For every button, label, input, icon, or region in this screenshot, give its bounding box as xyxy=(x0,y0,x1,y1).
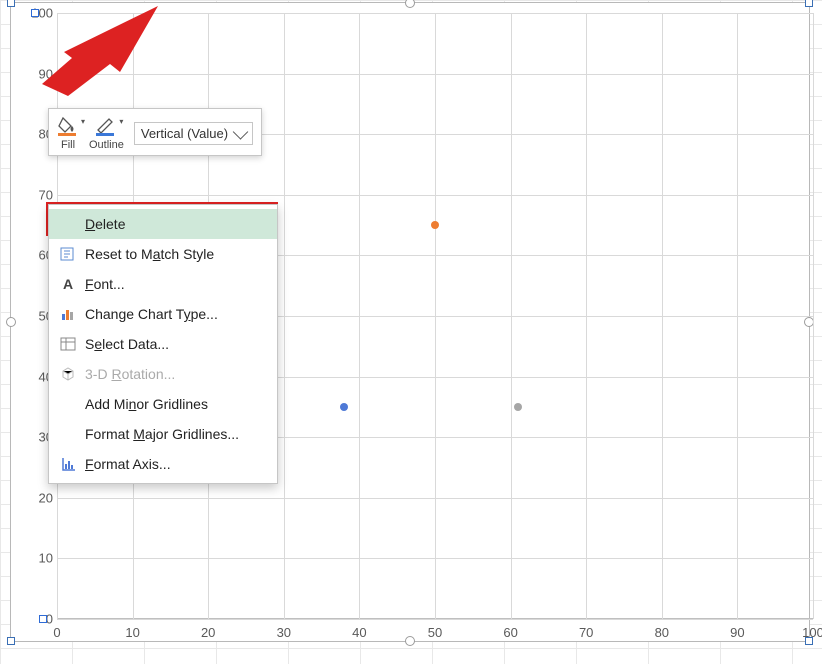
menu-change-chart-type[interactable]: Change Chart Type... xyxy=(49,299,277,329)
resize-handle-ne[interactable] xyxy=(805,0,813,7)
menu-reset-label: Reset to Match Style xyxy=(85,246,214,262)
x-tick-label: 60 xyxy=(503,625,517,640)
resize-handle-w[interactable] xyxy=(6,317,16,327)
resize-handle-sw[interactable] xyxy=(7,637,15,645)
x-tick-label: 0 xyxy=(53,625,60,640)
chart-element-value: Vertical (Value) xyxy=(141,126,228,141)
gridline-v xyxy=(813,13,814,619)
gridline-h xyxy=(57,13,813,14)
menu-font[interactable]: A Font... xyxy=(49,269,277,299)
menu-add-minor-gridlines[interactable]: Add Minor Gridlines xyxy=(49,389,277,419)
menu-major-gridlines-label: Format Major Gridlines... xyxy=(85,426,239,442)
menu-delete[interactable]: Delete xyxy=(49,209,277,239)
fill-icon: ▾ xyxy=(57,115,79,137)
x-tick-label: 90 xyxy=(730,625,744,640)
menu-3d-rotation: 3-D Rotation... xyxy=(49,359,277,389)
stage: 0102030405060708090100010203040506070809… xyxy=(0,0,822,664)
chart-type-icon xyxy=(57,304,79,324)
data-point[interactable] xyxy=(431,221,439,229)
blank-icon xyxy=(57,214,79,234)
chart-element-selector[interactable]: Vertical (Value) xyxy=(134,122,253,145)
axis-selection-top xyxy=(31,9,39,17)
menu-3d-rotation-label: 3-D Rotation... xyxy=(85,366,175,382)
x-tick-label: 30 xyxy=(277,625,291,640)
menu-select-data-label: Select Data... xyxy=(85,336,169,352)
select-data-icon xyxy=(57,334,79,354)
fill-label: Fill xyxy=(61,139,75,151)
blank-icon xyxy=(57,424,79,444)
x-tick-label: 10 xyxy=(125,625,139,640)
resize-handle-nw[interactable] xyxy=(7,0,15,7)
y-tick-label: 70 xyxy=(39,187,53,202)
menu-font-label: Font... xyxy=(85,276,125,292)
fill-button[interactable]: ▾ Fill xyxy=(57,115,79,151)
gridline-h xyxy=(57,619,813,620)
x-tick-label: 40 xyxy=(352,625,366,640)
menu-format-major-gridlines[interactable]: Format Major Gridlines... xyxy=(49,419,277,449)
resize-handle-s[interactable] xyxy=(405,636,415,646)
resize-handle-n[interactable] xyxy=(405,0,415,8)
y-tick-label: 20 xyxy=(39,490,53,505)
menu-minor-gridlines-label: Add Minor Gridlines xyxy=(85,396,208,412)
reset-icon xyxy=(57,244,79,264)
menu-select-data[interactable]: Select Data... xyxy=(49,329,277,359)
gridline-h xyxy=(57,74,813,75)
font-icon: A xyxy=(57,274,79,294)
outline-button[interactable]: ▾ Outline xyxy=(89,115,124,151)
x-tick-label: 80 xyxy=(655,625,669,640)
outline-icon: ▾ xyxy=(95,115,117,137)
blank-icon xyxy=(57,394,79,414)
menu-format-axis[interactable]: Format Axis... xyxy=(49,449,277,479)
gridline-h xyxy=(57,195,813,196)
menu-change-type-label: Change Chart Type... xyxy=(85,306,218,322)
x-tick-label: 20 xyxy=(201,625,215,640)
data-point[interactable] xyxy=(340,403,348,411)
axis-selection-bottom xyxy=(39,615,47,623)
menu-delete-label: Delete xyxy=(85,216,125,232)
data-point[interactable] xyxy=(514,403,522,411)
gridline-h xyxy=(57,558,813,559)
cube-icon xyxy=(57,364,79,384)
y-tick-label: 10 xyxy=(39,551,53,566)
y-tick-label: 90 xyxy=(39,66,53,81)
x-tick-label: 50 xyxy=(428,625,442,640)
axis-icon xyxy=(57,454,79,474)
outline-label: Outline xyxy=(89,139,124,151)
context-menu: Delete Reset to Match Style A Font... Ch… xyxy=(48,204,278,484)
menu-format-axis-label: Format Axis... xyxy=(85,456,171,472)
menu-reset-style[interactable]: Reset to Match Style xyxy=(49,239,277,269)
gridline-h xyxy=(57,498,813,499)
x-tick-label: 100 xyxy=(802,625,822,640)
x-tick-label: 70 xyxy=(579,625,593,640)
mini-toolbar: ▾ Fill ▾ Outline Vertical (Value) xyxy=(48,108,262,156)
